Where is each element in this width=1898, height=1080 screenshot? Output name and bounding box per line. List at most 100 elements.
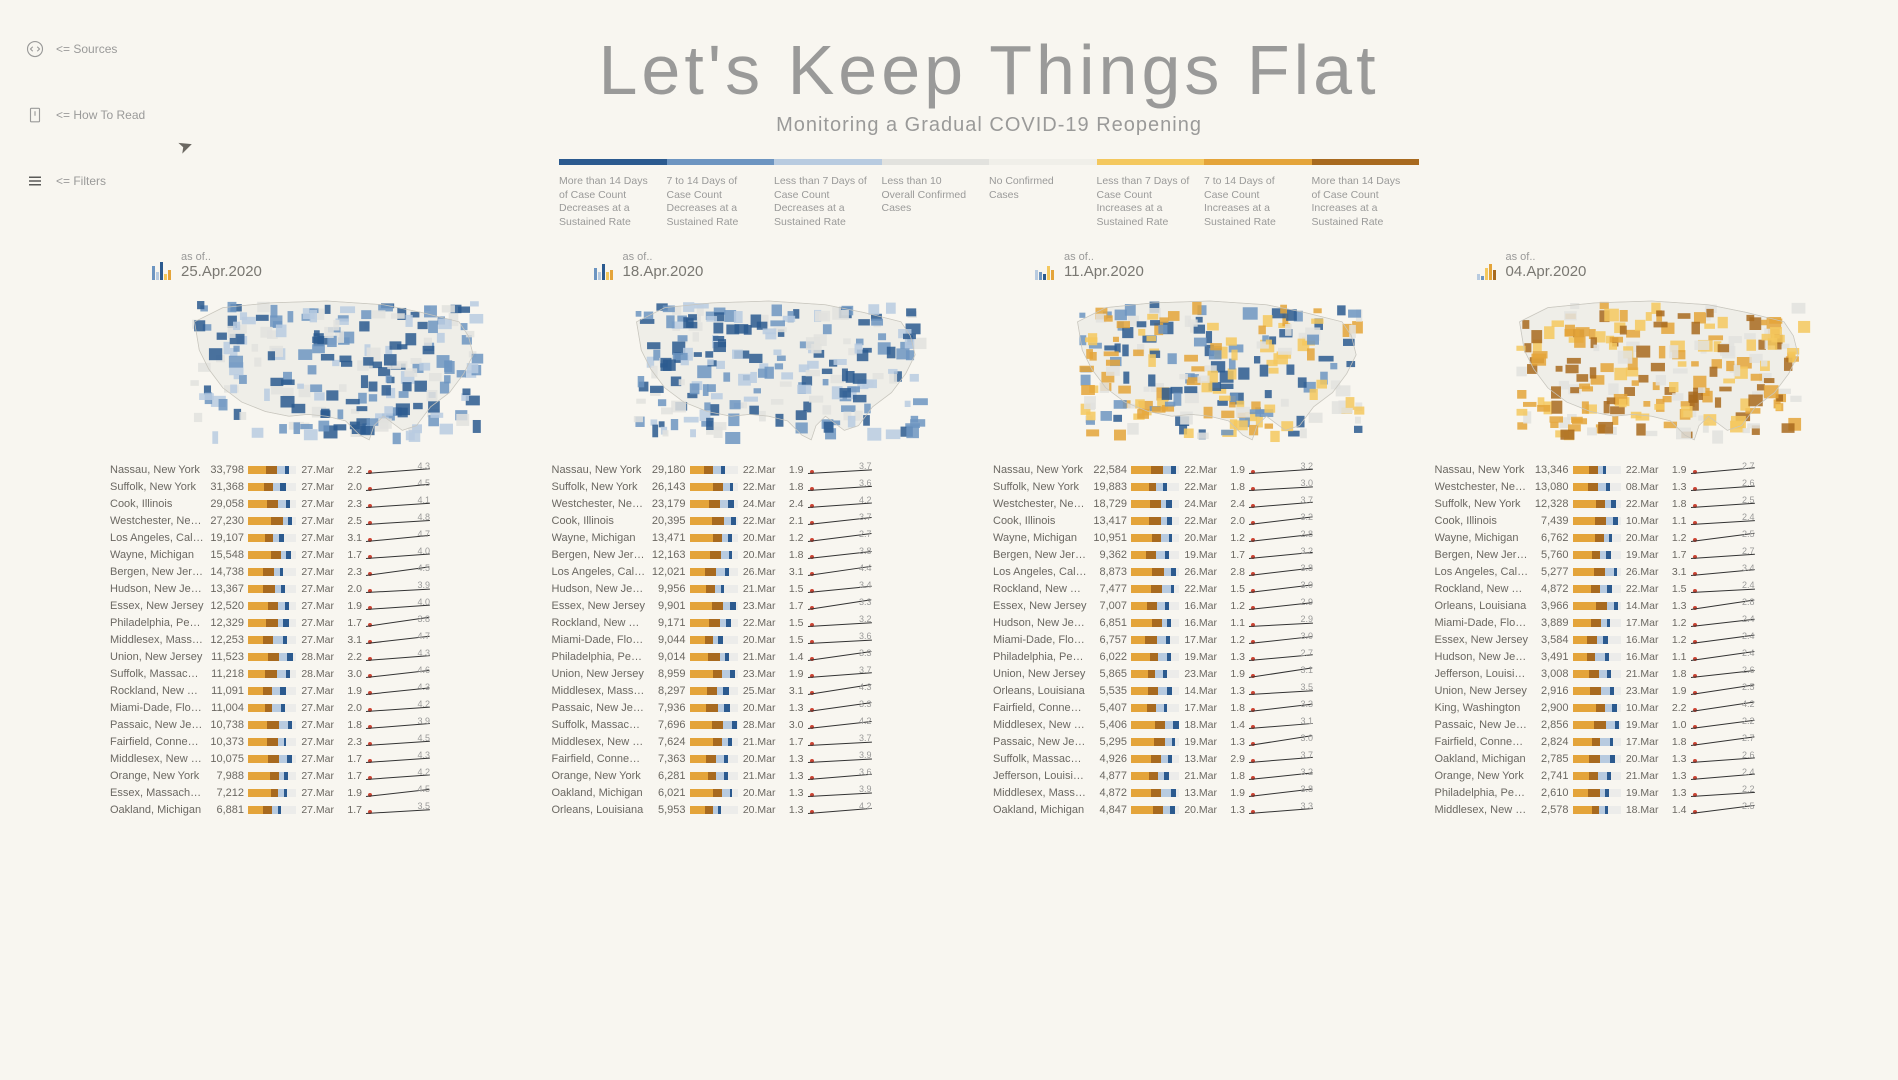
table-row[interactable]: Hudson, New Jersey 3,491 16.Mar 1.1 2.4 [1435,649,1869,666]
table-row[interactable]: Fairfield, Connecticut 2,824 17.Mar 1.8 … [1435,734,1869,751]
table-row[interactable]: Rockland, New York 7,477 22.Mar 1.5 3.0 [993,581,1427,598]
bar-chart-icon [690,483,738,491]
table-row[interactable]: Philadelphia, Pennsyl.. 12,329 27.Mar 1.… [110,615,544,632]
table-row[interactable]: Fairfield, Connecticut 7,363 20.Mar 1.3 … [552,751,986,768]
table-row[interactable]: Oakland, Michigan 6,021 20.Mar 1.3 3.9 [552,785,986,802]
table-row[interactable]: Essex, New Jersey 3,584 16.Mar 1.2 2.4 [1435,632,1869,649]
table-row[interactable]: Miami-Dade, Florida 6,757 17.Mar 1.2 3.0 [993,632,1427,649]
table-row[interactable]: Wayne, Michigan 10,951 20.Mar 1.2 2.8 [993,530,1427,547]
value: 1.7 [338,549,362,561]
table-row[interactable]: Suffolk, Massachusetts 7,696 28.Mar 3.0 … [552,717,986,734]
table-row[interactable]: Westchester, New Yo.. 13,080 08.Mar 1.3 … [1435,479,1869,496]
table-row[interactable]: Wayne, Michigan 13,471 20.Mar 1.2 2.7 [552,530,986,547]
table-row[interactable]: Los Angeles, Califor.. 8,873 26.Mar 2.8 … [993,564,1427,581]
table-row[interactable]: Passaic, New Jersey 10,738 27.Mar 1.8 3.… [110,717,544,734]
table-row[interactable]: Suffolk, New York 26,143 22.Mar 1.8 3.6 [552,479,986,496]
us-map[interactable] [993,284,1427,454]
county-name: Union, New Jersey [1435,685,1529,697]
us-map[interactable] [110,284,544,454]
table-row[interactable]: Union, New Jersey 11,523 28.Mar 2.2 4.3 [110,649,544,666]
table-row[interactable]: Middlesex, New Jers.. 2,578 18.Mar 1.4 2… [1435,802,1869,819]
table-row[interactable]: Suffolk, Massachusetts 11,218 28.Mar 3.0… [110,666,544,683]
table-row[interactable]: Philadelphia, Pennsyl.. 6,022 19.Mar 1.3… [993,649,1427,666]
table-row[interactable]: Bergen, New Jersey 5,760 19.Mar 1.7 2.7 [1435,547,1869,564]
sparkline-icon: 4.7 [366,531,430,545]
table-row[interactable]: Suffolk, New York 31,368 27.Mar 2.0 4.5 [110,479,544,496]
table-row[interactable]: Orleans, Louisiana 3,966 14.Mar 1.3 2.8 [1435,598,1869,615]
table-row[interactable]: Jefferson, Louisiana 4,877 21.Mar 1.8 3.… [993,768,1427,785]
sparkline-icon: 2.7 [1691,463,1755,477]
table-row[interactable]: Hudson, New Jersey 13,367 27.Mar 2.0 3.9 [110,581,544,598]
table-row[interactable]: Suffolk, Massachusetts 4,926 13.Mar 2.9 … [993,751,1427,768]
value: 1.1 [1663,515,1687,527]
table-row[interactable]: Cook, Illinois 20,395 22.Mar 2.1 3.7 [552,513,986,530]
table-row[interactable]: Westchester, New Yo.. 18,729 24.Mar 2.4 … [993,496,1427,513]
table-row[interactable]: Miami-Dade, Florida 3,889 17.Mar 1.2 2.4 [1435,615,1869,632]
table-row[interactable]: Philadelphia, Pennsyl.. 2,610 19.Mar 1.3… [1435,785,1869,802]
table-row[interactable]: King, Washington 2,900 10.Mar 2.2 4.2 [1435,700,1869,717]
table-row[interactable]: Middlesex, Massachu.. 4,872 13.Mar 1.9 3… [993,785,1427,802]
table-row[interactable]: Suffolk, New York 12,328 22.Mar 1.8 2.5 [1435,496,1869,513]
case-count: 6,881 [208,804,244,816]
table-row[interactable]: Philadelphia, Pennsyl.. 9,014 21.Mar 1.4… [552,649,986,666]
table-row[interactable]: Middlesex, Massachu.. 8,297 25.Mar 3.1 4… [552,683,986,700]
table-row[interactable]: Orange, New York 7,988 27.Mar 1.7 4.2 [110,768,544,785]
table-row[interactable]: Wayne, Michigan 6,762 20.Mar 1.2 2.5 [1435,530,1869,547]
table-row[interactable]: Miami-Dade, Florida 9,044 20.Mar 1.5 3.6 [552,632,986,649]
table-row[interactable]: Nassau, New York 29,180 22.Mar 1.9 3.7 [552,462,986,479]
table-row[interactable]: Essex, New Jersey 12,520 27.Mar 1.9 4.0 [110,598,544,615]
table-row[interactable]: Passaic, New Jersey 2,856 19.Mar 1.0 2.2 [1435,717,1869,734]
table-row[interactable]: Cook, Illinois 7,439 10.Mar 1.1 2.4 [1435,513,1869,530]
table-row[interactable]: Essex, New Jersey 9,901 23.Mar 1.7 3.3 [552,598,986,615]
table-row[interactable]: Oakland, Michigan 6,881 27.Mar 1.7 3.5 [110,802,544,819]
table-row[interactable]: Oakland, Michigan 2,785 20.Mar 1.3 2.6 [1435,751,1869,768]
table-row[interactable]: Middlesex, New Jers.. 10,075 27.Mar 1.7 … [110,751,544,768]
table-row[interactable]: Orleans, Louisiana 5,953 20.Mar 1.3 4.2 [552,802,986,819]
table-row[interactable]: Los Angeles, Califor.. 12,021 26.Mar 3.1… [552,564,986,581]
legend-label: More than 14 Days of Case Count Decrease… [559,175,667,230]
table-row[interactable]: Nassau, New York 13,346 22.Mar 1.9 2.7 [1435,462,1869,479]
value: 1.3 [1221,804,1245,816]
table-row[interactable]: Jefferson, Louisiana 3,008 21.Mar 1.8 2.… [1435,666,1869,683]
table-row[interactable]: Westchester, New Yo.. 27,230 27.Mar 2.5 … [110,513,544,530]
table-row[interactable]: Nassau, New York 22,584 22.Mar 1.9 3.2 [993,462,1427,479]
table-row[interactable]: Hudson, New Jersey 9,956 21.Mar 1.5 3.4 [552,581,986,598]
table-row[interactable]: Middlesex, New Jers.. 5,406 18.Mar 1.4 3… [993,717,1427,734]
table-row[interactable]: Fairfield, Connecticut 10,373 27.Mar 2.3… [110,734,544,751]
table-row[interactable]: Rockland, New York 4,872 22.Mar 1.5 2.4 [1435,581,1869,598]
table-row[interactable]: Orange, New York 6,281 21.Mar 1.3 3.6 [552,768,986,785]
table-row[interactable]: Bergen, New Jersey 9,362 19.Mar 1.7 3.2 [993,547,1427,564]
table-row[interactable]: Los Angeles, Califor.. 5,277 26.Mar 3.1 … [1435,564,1869,581]
county-name: Suffolk, Massachusetts [110,668,204,680]
table-row[interactable]: Union, New Jersey 8,959 23.Mar 1.9 3.7 [552,666,986,683]
table-row[interactable]: Rockland, New York 11,091 27.Mar 1.9 4.3 [110,683,544,700]
table-row[interactable]: Union, New Jersey 5,865 23.Mar 1.9 3.1 [993,666,1427,683]
table-row[interactable]: Cook, Illinois 29,058 27.Mar 2.3 4.1 [110,496,544,513]
table-row[interactable]: Miami-Dade, Florida 11,004 27.Mar 2.0 4.… [110,700,544,717]
table-row[interactable]: Hudson, New Jersey 6,851 16.Mar 1.1 2.9 [993,615,1427,632]
table-row[interactable]: Orange, New York 2,741 21.Mar 1.3 2.4 [1435,768,1869,785]
table-row[interactable]: Union, New Jersey 2,916 23.Mar 1.9 2.5 [1435,683,1869,700]
table-row[interactable]: Passaic, New Jersey 5,295 19.Mar 1.3 3.0 [993,734,1427,751]
table-row[interactable]: Suffolk, New York 19,883 22.Mar 1.8 3.0 [993,479,1427,496]
table-row[interactable]: Fairfield, Connecticut 5,407 17.Mar 1.8 … [993,700,1427,717]
table-row[interactable]: Oakland, Michigan 4,847 20.Mar 1.3 3.3 [993,802,1427,819]
table-row[interactable]: Los Angeles, Califor.. 19,107 27.Mar 3.1… [110,530,544,547]
table-row[interactable]: Wayne, Michigan 15,548 27.Mar 1.7 4.0 [110,547,544,564]
table-row[interactable]: Cook, Illinois 13,417 22.Mar 2.0 3.2 [993,513,1427,530]
table-row[interactable]: Nassau, New York 33,798 27.Mar 2.2 4.3 [110,462,544,479]
table-row[interactable]: Passaic, New Jersey 7,936 20.Mar 1.3 3.3 [552,700,986,717]
table-row[interactable]: Bergen, New Jersey 14,738 27.Mar 2.3 4.5 [110,564,544,581]
table-row[interactable]: Bergen, New Jersey 12,163 20.Mar 1.8 3.8 [552,547,986,564]
us-map[interactable] [1435,284,1869,454]
table-row[interactable]: Rockland, New York 9,171 22.Mar 1.5 3.2 [552,615,986,632]
table-row[interactable]: Orleans, Louisiana 5,535 14.Mar 1.3 3.5 [993,683,1427,700]
table-row[interactable]: Middlesex, Massachu.. 12,253 27.Mar 3.1 … [110,632,544,649]
table-row[interactable]: Middlesex, New Jers.. 7,624 21.Mar 1.7 3… [552,734,986,751]
table-row[interactable]: Westchester, New Yo.. 23,179 24.Mar 2.4 … [552,496,986,513]
table-row[interactable]: Essex, Massachusetts 7,212 27.Mar 1.9 4.… [110,785,544,802]
table-row[interactable]: Essex, New Jersey 7,007 16.Mar 1.2 2.9 [993,598,1427,615]
us-map[interactable] [552,284,986,454]
county-name: Los Angeles, Califor.. [993,566,1087,578]
bar-chart-icon [690,466,738,474]
